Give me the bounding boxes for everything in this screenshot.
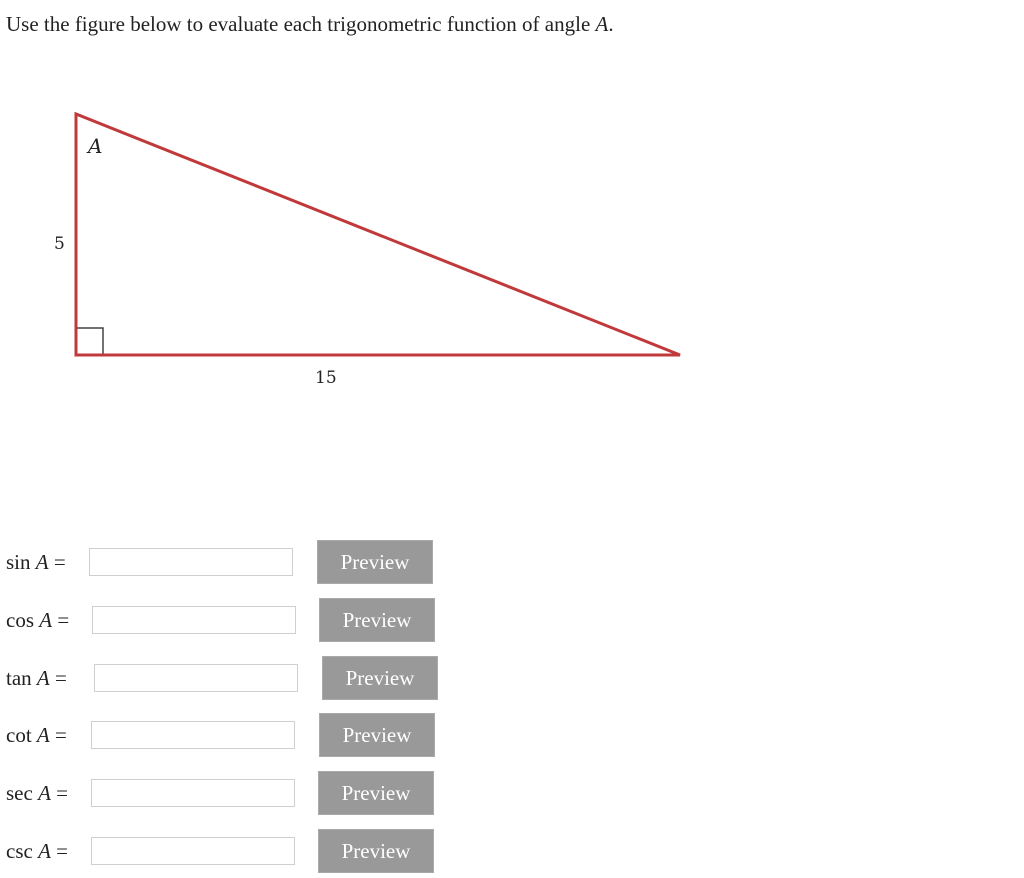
answer-row-csc: csc A = Preview (0, 829, 440, 873)
answer-row-sin: sin A = Preview (0, 540, 440, 584)
answer-row-tan: tan A = Preview (0, 656, 440, 700)
right-angle-marker (75, 327, 104, 356)
cot-preview-button[interactable]: Preview (319, 713, 435, 757)
csc-preview-button[interactable]: Preview (318, 829, 434, 873)
sin-answer-input[interactable] (89, 548, 293, 576)
function-label-tan: tan A = (6, 666, 67, 690)
tan-preview-button[interactable]: Preview (322, 656, 438, 700)
answer-row-sec: sec A = Preview (0, 771, 440, 815)
function-label-cos: cos A = (6, 608, 70, 632)
cot-answer-input[interactable] (91, 721, 295, 749)
triangle-figure: A 5 15 (0, 0, 1024, 420)
tan-answer-input[interactable] (94, 664, 298, 692)
angle-a-label: A (88, 134, 103, 158)
csc-answer-input[interactable] (91, 837, 295, 865)
cos-preview-button[interactable]: Preview (319, 598, 435, 642)
function-label-csc: csc A = (6, 839, 68, 863)
sec-preview-button[interactable]: Preview (318, 771, 434, 815)
vertical-leg-label: 5 (54, 234, 65, 254)
triangle-svg (74, 111, 681, 357)
cos-answer-input[interactable] (92, 606, 296, 634)
sec-answer-input[interactable] (91, 779, 295, 807)
right-triangle (74, 111, 681, 357)
function-label-sec: sec A = (6, 781, 68, 805)
function-label-cot: cot A = (6, 723, 67, 747)
sin-preview-button[interactable]: Preview (317, 540, 433, 584)
answer-row-cot: cot A = Preview (0, 713, 440, 757)
function-label-sin: sin A = (6, 550, 66, 574)
horizontal-leg-label: 15 (315, 368, 337, 388)
answer-row-cos: cos A = Preview (0, 598, 440, 642)
